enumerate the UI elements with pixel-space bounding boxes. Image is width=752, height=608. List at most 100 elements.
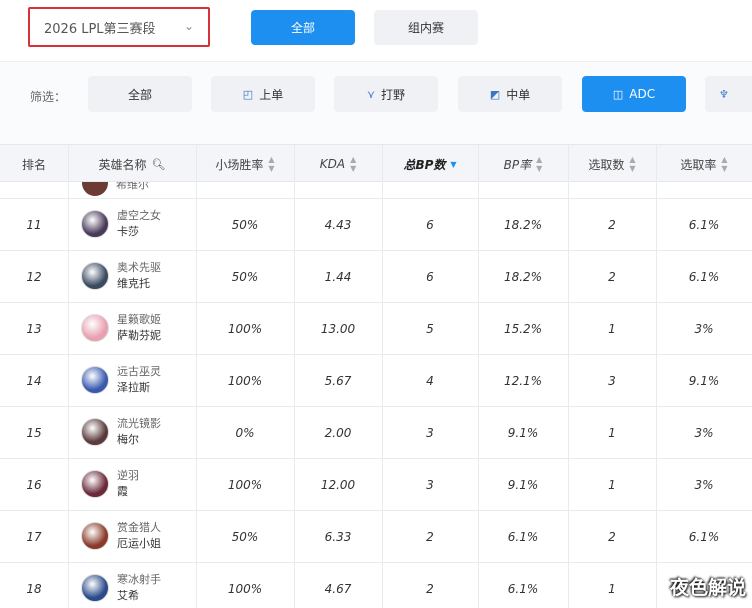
table-row[interactable]: 18 寒冰射手 艾希 100% 4.67 2 6.1% 1	[0, 563, 752, 608]
column-divider	[68, 144, 69, 608]
hero-title: 逆羽	[117, 469, 139, 482]
column-divider	[478, 144, 479, 608]
filter-bar: 筛选： 全部 ◰ 上单 ⋎ 打野 ◩ 中单 ◫ ADC ♆	[0, 62, 752, 144]
filter-all-label: 全部	[127, 87, 152, 102]
cell-bp-rate: 12.1%	[503, 374, 543, 388]
top-bar: 2026 LPL第三赛段 ⌄ 全部 组内赛	[0, 0, 752, 62]
cell-total-bp: 2	[426, 582, 434, 596]
cell-kda: 4.67	[324, 582, 352, 596]
cell-bp-rate: 6.1%	[507, 530, 539, 544]
search-icon[interactable]: 🔍︎	[152, 158, 166, 171]
hero-avatar	[82, 182, 108, 196]
cell-total-bp: 5	[426, 322, 434, 336]
jungle-icon: ⋎	[366, 87, 376, 101]
table-row[interactable]: 16 逆羽霞 100% 12.00 3 9.1% 1 3%	[0, 459, 752, 511]
sort-icon: ▲ ▼	[268, 155, 275, 173]
cell-pick-rate: 3%	[694, 322, 714, 336]
cell-bp-rate: 6.1%	[507, 582, 539, 596]
cell-rank: 16	[26, 478, 42, 492]
filter-adc-button[interactable]: ◫ ADC	[582, 76, 686, 112]
column-divider	[656, 144, 657, 608]
column-hero: 英雄名称 🔍︎	[68, 145, 196, 183]
cell-win-rate: 0%	[235, 426, 255, 440]
column-picks[interactable]: 选取数 ▲ ▼	[568, 145, 656, 183]
season-select[interactable]: 2026 LPL第三赛段 ⌄	[28, 7, 210, 47]
hero-avatar	[81, 366, 109, 394]
cell-kda: 13.00	[320, 322, 356, 336]
cell-picks: 1	[608, 426, 616, 440]
hero-name: 艾希	[117, 589, 139, 602]
cell-picks: 2	[608, 270, 616, 284]
cell-total-bp: 4	[426, 374, 434, 388]
cell-win-rate: 50%	[231, 530, 259, 544]
cell-bp-rate: 18.2%	[503, 218, 543, 232]
tab-all[interactable]: 全部	[251, 10, 355, 45]
column-total-bp[interactable]: 总BP数 ▼	[382, 145, 478, 183]
cell-pick-rate: 9.1%	[688, 374, 720, 388]
table-row[interactable]: 11 虚空之女 卡莎 50% 4.43 6 18.2% 2 6.1%	[0, 199, 752, 251]
hero-name: 希维尔	[116, 182, 149, 191]
filter-all-button[interactable]: 全部	[88, 76, 192, 112]
sort-icon: ▲ ▼	[350, 155, 357, 173]
table-header: 排名 英雄名称 🔍︎ 小场胜率 ▲ ▼ KDA ▲ ▼ 总BP数 ▼ BP率 ▲ ▼ …	[0, 144, 752, 182]
hero-title: 奥术先驱	[117, 261, 161, 274]
cell-win-rate: 100%	[227, 322, 263, 336]
column-kda[interactable]: KDA ▲ ▼	[294, 145, 382, 183]
cell-bp-rate: 9.1%	[507, 426, 539, 440]
cell-pick-rate: 6.1%	[688, 218, 720, 232]
cell-rank: 15	[26, 426, 42, 440]
hero-name: 卡莎	[117, 225, 139, 238]
hero-info: 赏金猎人 厄运小姐	[117, 520, 161, 552]
column-pick-rate[interactable]: 选取率 ▲ ▼	[656, 145, 752, 183]
column-divider	[294, 144, 295, 608]
cell-win-rate: 100%	[227, 374, 263, 388]
filter-top-label: 上单	[259, 87, 284, 102]
sort-desc-icon: ▼	[450, 159, 457, 169]
column-bp-rate[interactable]: BP率 ▲ ▼	[478, 145, 568, 183]
cell-rank: 12	[26, 270, 42, 284]
cell-picks: 1	[608, 582, 616, 596]
cell-rank: 11	[26, 218, 42, 232]
cell-total-bp: 2	[426, 530, 434, 544]
column-bp-rate-label: BP率	[503, 157, 532, 172]
table-row-partial: 希维尔	[0, 182, 752, 199]
cell-kda: 12.00	[320, 478, 356, 492]
column-win-rate[interactable]: 小场胜率 ▲ ▼	[196, 145, 294, 183]
cell-win-rate: 50%	[231, 218, 259, 232]
cell-kda: 6.33	[324, 530, 352, 544]
cell-total-bp: 3	[426, 478, 434, 492]
hero-title: 虚空之女	[117, 209, 161, 222]
hero-name: 霞	[117, 485, 128, 498]
filter-jungle-button[interactable]: ⋎ 打野	[334, 76, 438, 112]
cell-pick-rate: 6.1%	[688, 270, 720, 284]
hero-avatar	[81, 574, 109, 602]
table-row[interactable]: 14 远古巫灵 泽拉斯 100% 5.67 4 12.1% 3 9.1%	[0, 355, 752, 407]
support-icon: ♆	[719, 87, 729, 101]
hero-title: 星籁歌姬	[117, 313, 161, 326]
column-rank: 排名	[0, 145, 68, 183]
tab-group-stage[interactable]: 组内赛	[374, 10, 478, 45]
hero-info: 远古巫灵 泽拉斯	[117, 364, 161, 396]
table-row[interactable]: 12 奥术先驱 维克托 50% 1.44 6 18.2% 2 6.1%	[0, 251, 752, 303]
hero-info: 奥术先驱 维克托	[117, 260, 161, 292]
column-picks-label: 选取数	[588, 157, 625, 172]
hero-info: 流光镜影 梅尔	[117, 416, 161, 448]
cell-pick-rate: 6.1%	[688, 530, 720, 544]
hero-avatar	[81, 210, 109, 238]
chevron-down-icon: ⌄	[183, 19, 194, 33]
filter-mid-button[interactable]: ◩ 中单	[458, 76, 562, 112]
table-row[interactable]: 15 流光镜影 梅尔 0% 2.00 3 9.1% 1 3%	[0, 407, 752, 459]
filter-top-button[interactable]: ◰ 上单	[211, 76, 315, 112]
table-row[interactable]: 13 星籁歌姬 萨勒芬妮 100% 13.00 5 15.2% 1 3%	[0, 303, 752, 355]
cell-total-bp: 6	[426, 218, 434, 232]
filter-label: 筛选：	[30, 90, 67, 104]
watermark: 夜色解说	[669, 577, 746, 599]
cell-picks: 2	[608, 218, 616, 232]
filter-support-button[interactable]: ♆	[705, 76, 752, 112]
filter-mid-label: 中单	[506, 87, 531, 102]
sort-icon: ▲ ▼	[536, 155, 543, 173]
cell-pick-rate: 3%	[694, 478, 714, 492]
filter-jungle-label: 打野	[381, 87, 406, 102]
table-row[interactable]: 17 赏金猎人 厄运小姐 50% 6.33 2 6.1% 2 6.1%	[0, 511, 752, 563]
cell-total-bp: 6	[426, 270, 434, 284]
